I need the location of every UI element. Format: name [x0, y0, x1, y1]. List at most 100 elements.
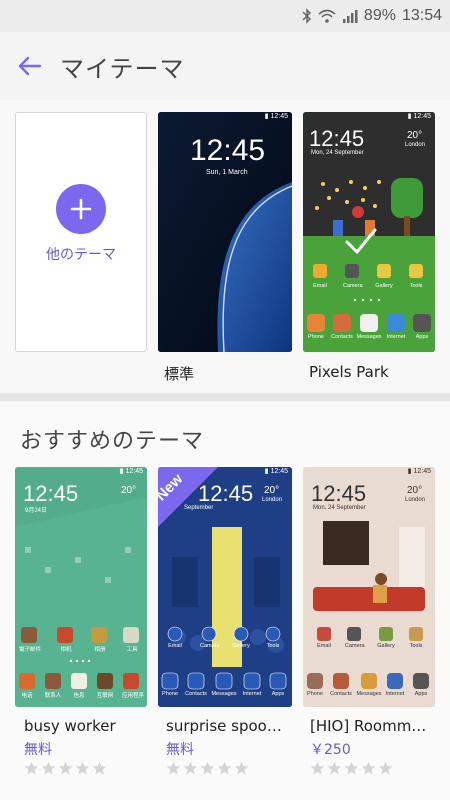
- app-label: Internet: [242, 691, 262, 697]
- theme-card-default[interactable]: ▮ 12:45 12:45 Sun, 1 March: [158, 112, 292, 352]
- preview-clock: 12:45: [198, 481, 254, 506]
- add-theme-card[interactable]: 他のテーマ: [15, 112, 147, 352]
- theme-name-pixels-park: Pixels Park: [309, 363, 389, 381]
- star-icon: [217, 761, 232, 775]
- app-label: Contacts: [185, 691, 207, 697]
- bluetooth-icon: [302, 8, 312, 24]
- theme-card-pixels-park[interactable]: ▮ 12:45 12:45 Mon, 24 September 20° Lond…: [303, 112, 435, 352]
- preview-weather: 20°: [121, 485, 137, 496]
- app-label: Internet: [386, 334, 406, 340]
- rating-stars: [310, 761, 393, 776]
- theme-name-surprise-spooky: surprise spoo…: [166, 717, 282, 735]
- recommended-section: おすすめのテーマ ▮ 12:45 12:45 9月24日 20° 電子邮件 相机…: [0, 401, 450, 800]
- app-label: Apps: [414, 691, 428, 697]
- add-theme-label: 他のテーマ: [46, 247, 116, 263]
- star-icon: [41, 761, 56, 775]
- theme-card-hio-roommate[interactable]: ▮ 12:45 12:45 Mon, 24 September 20° Lond…: [303, 467, 435, 707]
- back-button[interactable]: [0, 32, 60, 100]
- star-icon: [92, 761, 107, 775]
- preview-date: Sun, 1 March: [206, 169, 248, 176]
- app-label: Tools: [266, 643, 280, 649]
- app-label: 电话: [21, 693, 33, 699]
- preview-clock: 12:45: [311, 481, 367, 506]
- app-label: Messages: [356, 691, 382, 697]
- preview-status: ▮ 12:45: [407, 468, 431, 475]
- app-label: Contacts: [331, 334, 353, 340]
- app-label: Email: [313, 283, 327, 289]
- app-label: 相册: [94, 647, 106, 653]
- star-icon: [344, 761, 359, 775]
- app-label: 相机: [60, 647, 72, 653]
- app-label: 電子邮件: [18, 647, 41, 653]
- preview-date: September: [184, 505, 214, 511]
- preview-date: Mon, 24 September: [311, 150, 364, 156]
- preview-weather: 20°: [264, 485, 280, 496]
- star-icon: [183, 761, 198, 775]
- app-label: Phone: [162, 691, 178, 697]
- preview-city: London: [405, 497, 426, 503]
- app-label: Apps: [271, 691, 285, 697]
- section-title: おすすめのテーマ: [20, 429, 205, 454]
- preview-city: London: [405, 142, 426, 148]
- app-label: Camera: [345, 643, 365, 649]
- preview-status: ▮ 12:45: [264, 113, 288, 120]
- app-label: Messages: [211, 691, 237, 697]
- preview-weather: 20°: [407, 130, 423, 141]
- preview-status: ▮ 12:45: [119, 468, 143, 475]
- rating-stars: [24, 761, 107, 776]
- app-label: Camera: [200, 643, 220, 649]
- price-label: 無料: [24, 742, 52, 758]
- preview-clock: 12:45: [190, 134, 266, 167]
- app-label: Tools: [409, 643, 423, 649]
- app-label: Email: [317, 643, 331, 649]
- star-icon: [327, 761, 342, 775]
- theme-name-busy-worker: busy worker: [24, 717, 116, 735]
- app-label: Apps: [415, 334, 429, 340]
- preview-clock: 12:45: [309, 126, 365, 151]
- status-bar: 89% 13:54: [0, 0, 450, 32]
- star-icon: [75, 761, 90, 775]
- plus-icon: [70, 198, 92, 220]
- wifi-icon: [318, 9, 336, 23]
- add-circle: [56, 184, 106, 234]
- preview-status: ▮ 12:45: [407, 113, 431, 120]
- app-label: Gallery: [377, 643, 395, 649]
- rating-stars: [166, 761, 249, 776]
- app-label: Camera: [343, 283, 363, 289]
- clock: 13:54: [401, 7, 442, 24]
- arrow-left-icon: [18, 56, 42, 76]
- theme-card-busy-worker[interactable]: ▮ 12:45 12:45 9月24日 20° 電子邮件 相机 相册 工具 电话…: [15, 467, 147, 707]
- app-label: 互联网: [96, 693, 114, 699]
- price-label: ￥250: [310, 742, 351, 758]
- preview-weather: 20°: [407, 485, 423, 496]
- page-title: マイテーマ: [60, 54, 185, 83]
- section-divider: [0, 393, 450, 401]
- star-icon: [234, 761, 249, 775]
- app-label: Tools: [409, 283, 423, 289]
- app-label: 应用程序: [121, 693, 144, 699]
- price-label: 無料: [166, 742, 194, 758]
- theme-card-surprise-spooky[interactable]: New ▮ 12:45 12:45 September 20° London E…: [158, 467, 292, 707]
- star-icon: [378, 761, 393, 775]
- app-label: Phone: [308, 334, 324, 340]
- star-icon: [58, 761, 73, 775]
- app-label: Internet: [385, 691, 405, 697]
- app-label: Phone: [307, 691, 323, 697]
- preview-date: 9月24日: [25, 508, 48, 514]
- preview-status: ▮ 12:45: [264, 468, 288, 475]
- app-label: Gallery: [375, 283, 393, 289]
- battery-level: 89%: [363, 7, 396, 24]
- app-label: Messages: [356, 334, 382, 340]
- preview-city: London: [262, 497, 283, 503]
- preview-clock: 12:45: [23, 481, 79, 506]
- app-label: 信息: [73, 693, 85, 699]
- star-icon: [200, 761, 215, 775]
- app-label: Gallery: [232, 643, 250, 649]
- star-icon: [361, 761, 376, 775]
- signal-icon: [342, 9, 358, 23]
- star-icon: [166, 761, 181, 775]
- app-label: 工具: [126, 647, 138, 653]
- app-label: Contacts: [330, 691, 352, 697]
- star-icon: [310, 761, 325, 775]
- app-bar: マイテーマ: [0, 32, 450, 100]
